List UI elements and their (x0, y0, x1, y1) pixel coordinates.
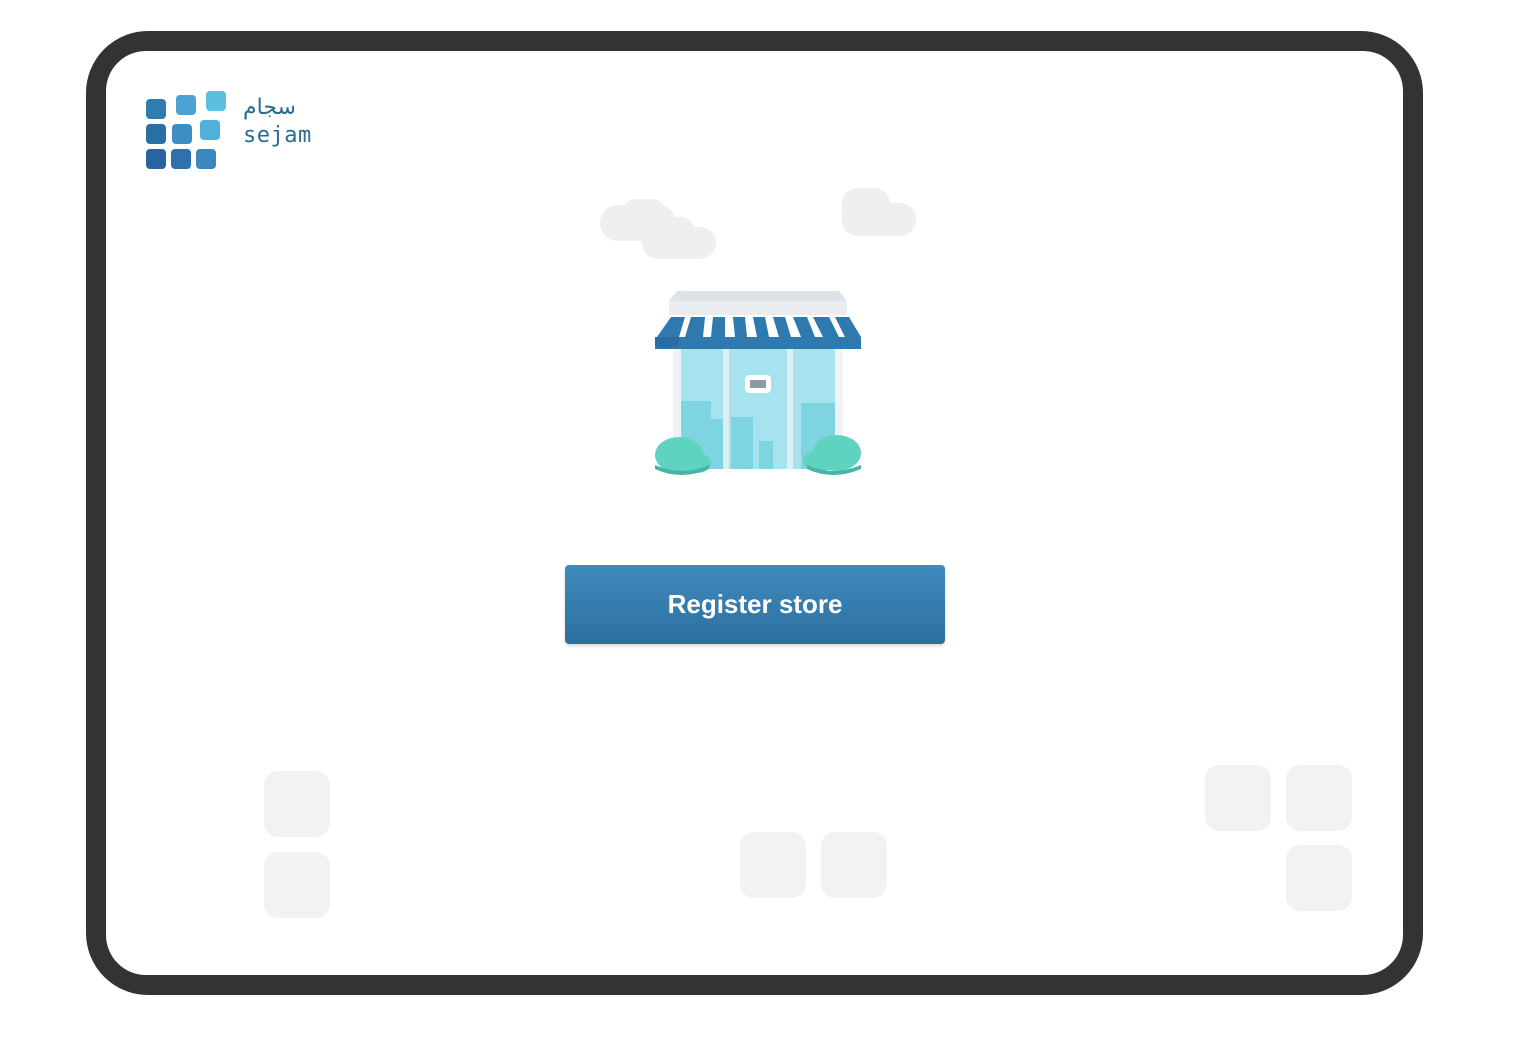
sejam-logo-icon (146, 91, 228, 171)
decorative-tile (1286, 765, 1352, 831)
app-screen: سجام sejam Register store (106, 51, 1403, 975)
storefront-icon (655, 291, 861, 475)
decorative-tile (1286, 845, 1352, 911)
decorative-tile (264, 771, 330, 837)
decorative-tile (740, 832, 806, 898)
decorative-tile (821, 832, 887, 898)
register-store-button[interactable]: Register store (565, 565, 945, 644)
sejam-logo: سجام sejam (146, 91, 336, 171)
logo-wordmark: سجام sejam (243, 97, 312, 147)
logo-arabic-text: سجام (243, 95, 296, 120)
decorative-tile (1205, 765, 1271, 831)
cloud-icon (842, 188, 916, 236)
decorative-tile (264, 852, 330, 918)
tablet-frame: سجام sejam Register store (86, 31, 1423, 995)
cloud-icon (600, 199, 716, 259)
logo-latin-text: sejam (243, 123, 312, 148)
